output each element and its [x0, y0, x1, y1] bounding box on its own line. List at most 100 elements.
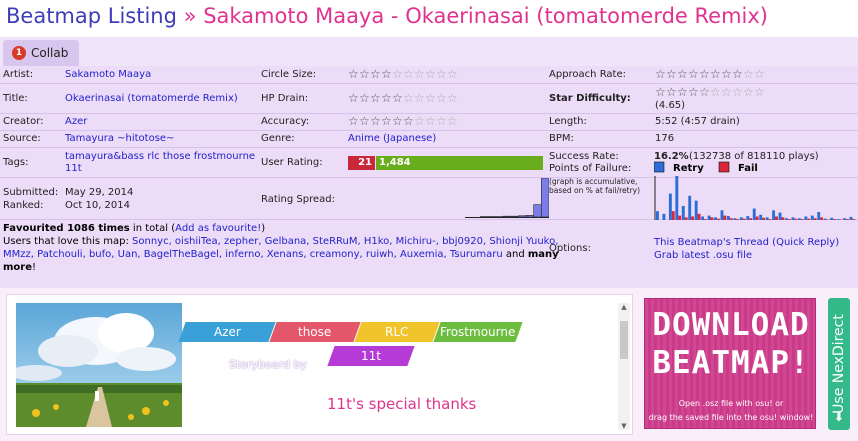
star-difficulty-label: Star Difficulty:: [549, 93, 631, 104]
fail-bar: [710, 217, 714, 220]
retry-bar: [752, 208, 756, 220]
fail-bar: [833, 219, 836, 220]
page-header: Beatmap Listing » Sakamoto Maaya - Okaer…: [0, 0, 858, 37]
bpm-label: BPM:: [549, 133, 574, 144]
difficulty-icon: 1: [12, 46, 26, 60]
retry-bar: [772, 210, 776, 220]
description-scrollbar[interactable]: ▲ ▼: [618, 303, 630, 430]
star-difficulty-value: (4.65): [655, 100, 686, 111]
star-icon: ☆: [743, 85, 754, 99]
star-icon: ☆: [732, 85, 743, 99]
star-icon: ☆: [414, 67, 425, 81]
breadcrumb-beatmap-listing[interactable]: Beatmap Listing: [6, 4, 177, 28]
nexdirect-button[interactable]: Use NexDirect ⬇: [828, 298, 850, 430]
download-beatmap-button[interactable]: DOWNLOAD BEATMAP! Open .osz file with os…: [644, 298, 816, 429]
fail-bar: [846, 219, 849, 220]
star-icon: ☆: [721, 85, 732, 99]
retry-bar: [817, 212, 821, 220]
retry-bar: [746, 216, 750, 220]
fail-bar: [749, 218, 753, 220]
tags-link[interactable]: 11t: [65, 163, 82, 174]
star-icon: ☆: [721, 67, 732, 81]
star-icon: ☆: [392, 114, 403, 128]
retry-bar: [675, 176, 679, 220]
creator-label: Creator:: [3, 116, 44, 127]
info-row: Source: Tamayura ~hitotose~ Genre: Anime…: [0, 131, 858, 148]
ranked-label: Ranked:: [3, 200, 44, 211]
retry-bar: [849, 216, 853, 220]
fail-bar: [697, 213, 701, 220]
star-icon: ☆: [699, 85, 710, 99]
star-icon: ☆: [359, 67, 370, 81]
retry-bar: [714, 217, 717, 220]
accuracy-stars: ☆☆☆☆☆☆☆☆☆☆: [348, 115, 458, 128]
bang-text: !: [32, 262, 37, 273]
star-icon: ☆: [754, 85, 765, 99]
star-icon: ☆: [403, 67, 414, 81]
source-link[interactable]: Tamayura ~hitotose~: [65, 133, 174, 144]
retry-bar: [836, 219, 840, 220]
star-icon: ☆: [425, 67, 436, 81]
star-icon: ☆: [710, 67, 721, 81]
retry-bar: [707, 215, 711, 220]
retry-bar: [668, 193, 672, 220]
fail-bar: [691, 216, 695, 220]
fail-bar: [781, 217, 785, 220]
retry-bar: [726, 216, 730, 220]
fail-legend-label: Fail: [738, 163, 758, 174]
retry-bar: [785, 218, 788, 220]
retry-bar: [662, 213, 666, 220]
star-icon: ☆: [655, 85, 666, 99]
fail-bar: [800, 219, 804, 220]
title-link[interactable]: Okaerinasai (tomatomerde Remix): [65, 93, 238, 104]
fail-bar: [768, 219, 772, 220]
retry-legend-swatch: [654, 161, 665, 173]
page-title: Beatmap Listing » Sakamoto Maaya - Okaer…: [6, 4, 768, 28]
spread-bar: [510, 215, 519, 218]
many-more-link[interactable]: more: [3, 262, 32, 273]
hp-drain-label: HP Drain:: [261, 93, 309, 104]
scroll-down-icon[interactable]: ▼: [620, 422, 628, 430]
favourite-users[interactable]: Sonnyc, oishiiTea, zepher, Gelbana, SteR…: [132, 236, 558, 247]
download-hint-line2: drag the saved file into the osu! window…: [648, 413, 814, 422]
download-title-line1: DOWNLOAD: [652, 307, 810, 343]
fail-bar: [755, 216, 759, 220]
breadcrumb-separator: »: [183, 4, 197, 28]
star-icon: ☆: [447, 114, 458, 128]
star-icon: ☆: [743, 67, 754, 81]
negative-rating: 21: [348, 156, 375, 170]
star-icon: ☆: [436, 114, 447, 128]
download-hint-line1: Open .osz file with osu! or: [678, 399, 784, 408]
scroll-up-icon[interactable]: ▲: [620, 303, 628, 311]
artist-link[interactable]: Sakamoto Maaya: [65, 69, 151, 80]
fail-bar: [807, 218, 811, 220]
star-icon: ☆: [447, 67, 458, 81]
approach-rate-stars: ☆☆☆☆☆☆☆☆☆☆: [655, 68, 765, 81]
tab-collab[interactable]: 1 Collab: [3, 40, 79, 66]
rating-spread-label: Rating Spread:: [261, 194, 336, 205]
fail-bar: [684, 217, 688, 220]
scroll-thumb[interactable]: [620, 321, 628, 359]
add-favourite-link[interactable]: Add as favourite!: [175, 223, 261, 234]
rating-spread-chart: [465, 178, 549, 218]
retry-bar: [823, 218, 827, 220]
favourite-users[interactable]: MMzz, Patchouli, bufo, Uan, BagelTheBage…: [3, 249, 503, 260]
fail-bar: [678, 215, 682, 220]
star-icon: ☆: [359, 91, 370, 105]
star-icon: ☆: [425, 91, 436, 105]
mapper-pill-those: those: [269, 322, 361, 342]
positive-rating: 1,484: [376, 156, 543, 170]
ranked-date: Oct 10, 2014: [65, 200, 130, 211]
tags-link[interactable]: tamayura&bass rlc those frostmourne: [65, 151, 255, 162]
genre-link[interactable]: Anime (Japanese): [348, 133, 436, 144]
title-label: Title:: [3, 93, 28, 104]
genre-label: Genre:: [261, 133, 295, 144]
beatmap-thread-link[interactable]: This Beatmap's Thread (Quick Reply): [654, 237, 839, 248]
star-icon: ☆: [381, 114, 392, 128]
difficulty-tab-bar: 1 Collab: [0, 37, 858, 66]
favourite-users-line: more!: [3, 262, 36, 273]
fail-bar: [716, 218, 720, 220]
download-osu-file-link[interactable]: Grab latest .osu file: [654, 250, 752, 261]
creator-link[interactable]: Azer: [65, 116, 87, 127]
star-icon: ☆: [732, 67, 743, 81]
